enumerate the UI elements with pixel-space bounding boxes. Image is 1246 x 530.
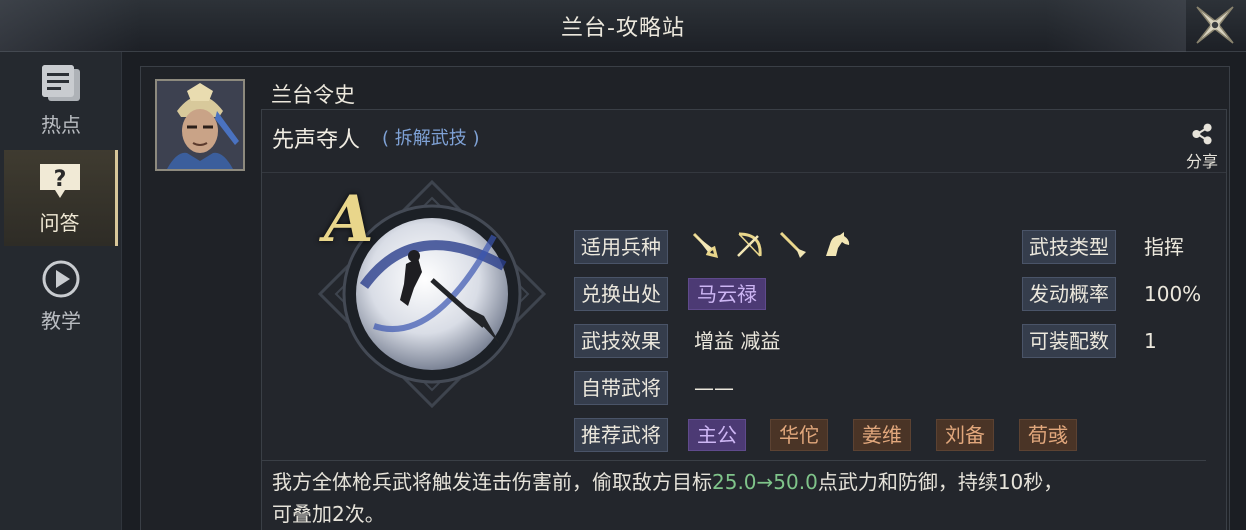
divider bbox=[262, 172, 1226, 173]
general-title: 兰台令史 bbox=[271, 83, 355, 107]
play-icon bbox=[42, 260, 80, 297]
label-type: 武技类型 bbox=[1022, 230, 1116, 264]
label-effect: 武技效果 bbox=[574, 324, 668, 358]
window-title: 兰台-攻略站 bbox=[561, 16, 685, 41]
recommend-chip[interactable]: 华佗 bbox=[770, 419, 828, 451]
effect-value: 增益 减益 bbox=[694, 329, 781, 353]
skill-description: 我方全体枪兵武将触发连击伤害前，偷取敌方目标25.0→50.0点武力和防御，持续… bbox=[272, 466, 1212, 530]
label-builtin: 自带武将 bbox=[574, 371, 668, 405]
sidebar-item-label: 教学 bbox=[41, 308, 81, 333]
label-source: 兑换出处 bbox=[574, 277, 668, 311]
desc-text: 点武力和防御，持续10秒， bbox=[817, 470, 1064, 494]
close-button[interactable] bbox=[1190, 0, 1240, 50]
share-label: 分享 bbox=[1185, 152, 1218, 171]
svg-text:?: ? bbox=[53, 167, 66, 192]
recommend-chip[interactable]: 姜维 bbox=[853, 419, 911, 451]
recommend-chip[interactable]: 荀彧 bbox=[1019, 419, 1077, 451]
skill-tag[interactable]: ( 拆解武技 ) bbox=[382, 124, 480, 150]
source-chip[interactable]: 马云禄 bbox=[688, 278, 766, 310]
document-icon bbox=[42, 64, 80, 101]
skill-name: 先声夺人 bbox=[272, 128, 361, 153]
type-value: 指挥 bbox=[1144, 235, 1184, 259]
builtin-value: —— bbox=[694, 376, 734, 400]
share-icon bbox=[1192, 123, 1212, 145]
bow-icon bbox=[737, 232, 762, 257]
sidebar-item-hot[interactable]: 热点 bbox=[4, 52, 118, 148]
desc-text: 可叠加2次。 bbox=[272, 502, 385, 526]
general-avatar[interactable] bbox=[155, 79, 245, 171]
spear-icon bbox=[779, 231, 806, 258]
sword-icon bbox=[692, 232, 719, 259]
recommend-chip[interactable]: 主公 bbox=[688, 419, 746, 451]
label-troops: 适用兵种 bbox=[574, 230, 668, 264]
sidebar-item-qa[interactable]: ? 问答 bbox=[4, 150, 118, 246]
question-icon: ? bbox=[39, 163, 80, 198]
label-slots: 可装配数 bbox=[1022, 324, 1116, 358]
slots-value: 1 bbox=[1144, 329, 1157, 353]
horse-icon bbox=[826, 232, 850, 256]
share-button[interactable]: 分享 bbox=[1178, 122, 1226, 172]
chance-value: 100% bbox=[1144, 282, 1202, 306]
skill-grade: A bbox=[324, 182, 374, 257]
skill-panel: 先声夺人 ( 拆解武技 ) 分享 A 适用兵种 兑换出处 武技效果 自带武将 推… bbox=[261, 109, 1227, 530]
close-icon bbox=[1196, 6, 1234, 44]
recommend-chip[interactable]: 刘备 bbox=[936, 419, 994, 451]
label-chance: 发动概率 bbox=[1022, 277, 1116, 311]
desc-number: 25.0→50.0 bbox=[712, 470, 818, 494]
sidebar-item-label: 热点 bbox=[41, 112, 81, 137]
desc-text: 我方全体枪兵武将触发连击伤害前，偷取敌方目标 bbox=[272, 470, 712, 494]
sidebar: 热点 ? 问答 教学 bbox=[0, 52, 122, 530]
general-portrait bbox=[157, 81, 243, 169]
sidebar-item-tutorial[interactable]: 教学 bbox=[4, 248, 118, 344]
main-content: 兰台令史 先声夺人 ( 拆解武技 ) 分享 A 适用兵种 兑换出处 武技效果 自… bbox=[140, 66, 1230, 530]
title-bar: 兰台-攻略站 bbox=[0, 0, 1246, 52]
label-recommend: 推荐武将 bbox=[574, 418, 668, 452]
divider bbox=[262, 460, 1206, 461]
sidebar-item-label: 问答 bbox=[39, 210, 80, 235]
